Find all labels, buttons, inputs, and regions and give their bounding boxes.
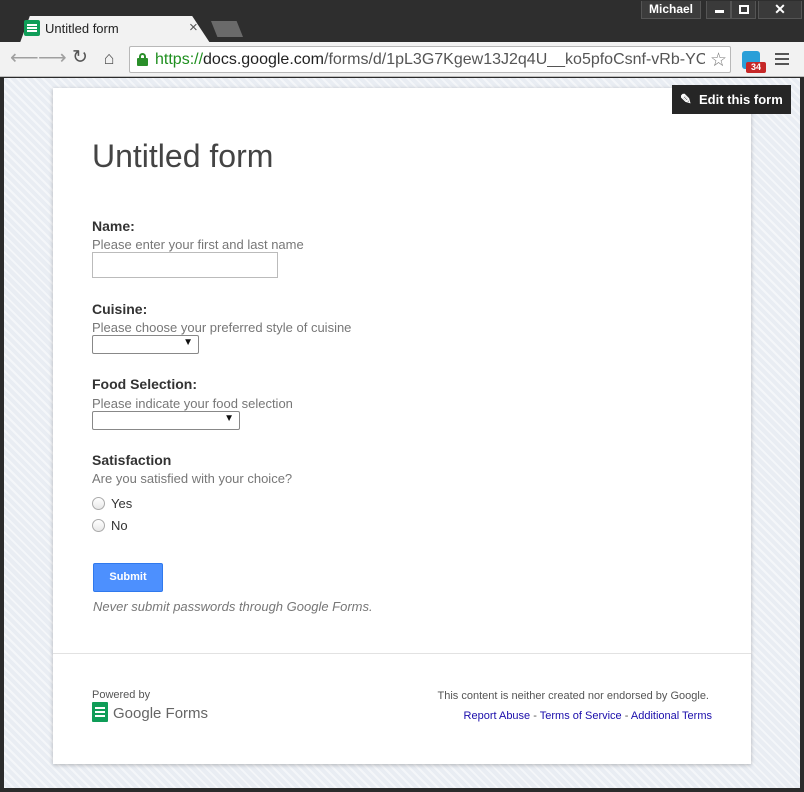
maximize-icon xyxy=(739,5,749,14)
food-select[interactable]: ▼ xyxy=(92,411,240,430)
tab-title: Untitled form xyxy=(45,21,119,36)
question-cuisine-help: Please choose your preferred style of cu… xyxy=(92,320,352,335)
question-food-help: Please indicate your food selection xyxy=(92,396,293,411)
radio-button[interactable] xyxy=(92,519,105,532)
bookmark-star-icon[interactable]: ☆ xyxy=(710,49,727,72)
home-icon[interactable]: ⌂ xyxy=(97,47,121,71)
edit-form-label: Edit this form xyxy=(699,92,783,107)
url-host: docs.google.com xyxy=(203,51,324,68)
page-viewport: Untitled form Name: Please enter your fi… xyxy=(4,78,800,788)
dropdown-arrow-icon: ▼ xyxy=(224,413,234,424)
edit-form-button[interactable]: ✎ Edit this form xyxy=(672,85,791,114)
form-card: Untitled form Name: Please enter your fi… xyxy=(53,88,751,764)
maximize-button[interactable] xyxy=(731,1,756,19)
question-satisfaction-title: Satisfaction xyxy=(92,452,172,468)
footer-divider xyxy=(53,653,751,654)
reload-icon[interactable]: ↻ xyxy=(68,47,92,71)
chrome-menu-icon[interactable] xyxy=(775,53,789,65)
extension-badge: 34 xyxy=(746,62,766,73)
lock-icon xyxy=(137,53,148,66)
footer-links: Report Abuse - Terms of Service - Additi… xyxy=(464,710,712,722)
question-name-title: Name: xyxy=(92,218,135,234)
question-food-title: Food Selection: xyxy=(92,376,197,392)
forward-arrow-icon[interactable]: ⟶ xyxy=(38,47,67,71)
link-separator: - xyxy=(533,710,537,722)
window-titlebar: Michael ✕ Untitled form × xyxy=(0,0,804,43)
disclaimer-text: This content is neither created nor endo… xyxy=(437,690,710,702)
google-forms-icon xyxy=(92,702,108,722)
submit-button[interactable]: Submit xyxy=(93,563,163,592)
url-text[interactable]: https://docs.google.com/forms/d/1pL3G7Kg… xyxy=(155,51,705,69)
question-cuisine-title: Cuisine: xyxy=(92,301,148,317)
back-arrow-icon[interactable]: ⟵ xyxy=(10,47,39,71)
password-warning: Never submit passwords through Google Fo… xyxy=(93,599,373,614)
radio-label: No xyxy=(111,518,128,533)
additional-terms-link[interactable]: Additional Terms xyxy=(631,710,712,722)
radio-label: Yes xyxy=(111,496,133,511)
google-forms-wordmark: Google Forms xyxy=(113,705,209,722)
report-abuse-link[interactable]: Report Abuse xyxy=(464,710,531,722)
terms-of-service-link[interactable]: Terms of Service xyxy=(540,710,622,722)
profile-button[interactable]: Michael xyxy=(641,1,701,19)
radio-button[interactable] xyxy=(92,497,105,510)
minimize-button[interactable] xyxy=(706,1,731,19)
form-title: Untitled form xyxy=(92,138,274,174)
cuisine-select[interactable]: ▼ xyxy=(92,335,199,354)
minimize-icon xyxy=(715,10,724,13)
new-tab-button[interactable] xyxy=(211,21,243,37)
name-input[interactable] xyxy=(92,252,278,278)
question-satisfaction-help: Are you satisfied with your choice? xyxy=(92,471,293,486)
url-path: /forms/d/1pL3G7Kgew13J2q4U__ko5pfoCsnf-v… xyxy=(324,51,705,68)
browser-toolbar: ⟵ ⟶ ↻ ⌂ https://docs.google.com/forms/d/… xyxy=(0,42,804,77)
dropdown-arrow-icon: ▼ xyxy=(183,337,193,348)
url-scheme: https:// xyxy=(155,51,204,68)
tab-close-icon[interactable]: × xyxy=(189,19,198,36)
window-close-button[interactable]: ✕ xyxy=(758,1,802,19)
question-name-help: Please enter your first and last name xyxy=(92,237,304,252)
powered-by-label: Powered by xyxy=(92,689,151,701)
browser-tab-content[interactable]: Untitled form × xyxy=(24,19,204,40)
pencil-icon: ✎ xyxy=(680,91,692,107)
link-separator: - xyxy=(624,710,629,722)
google-forms-icon xyxy=(24,20,40,36)
address-bar[interactable]: https://docs.google.com/forms/d/1pL3G7Kg… xyxy=(129,46,731,73)
close-icon: ✕ xyxy=(774,1,786,17)
